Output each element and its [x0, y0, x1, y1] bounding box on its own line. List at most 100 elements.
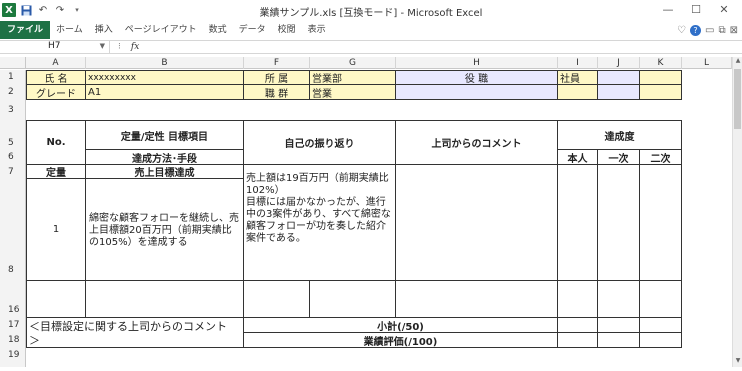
header-goal[interactable]: 定量/定性 目標項目	[86, 120, 244, 150]
insert-function-button[interactable]: fx	[131, 42, 139, 52]
col-header-g[interactable]: G	[310, 57, 396, 69]
header-achievement[interactable]: 達成度	[558, 120, 682, 150]
cell-b2[interactable]: A1	[86, 85, 244, 100]
header-first[interactable]: 一次	[598, 150, 640, 165]
cell-b16[interactable]	[86, 281, 244, 318]
cell-f2[interactable]: 職 群	[244, 85, 310, 100]
row-header-18[interactable]: 18	[0, 333, 26, 348]
cell-a7[interactable]: 定量	[26, 165, 86, 179]
evaluation-second[interactable]	[640, 333, 682, 348]
cell-g1[interactable]: 営業部	[310, 70, 396, 85]
col-header-f[interactable]: F	[244, 57, 310, 69]
cell-g16[interactable]	[310, 281, 396, 318]
cell-h1[interactable]: 役 職	[396, 70, 558, 85]
cell-h2[interactable]	[396, 85, 558, 100]
col-header-a[interactable]: A	[26, 57, 86, 69]
workbook-restore-icon[interactable]: ⧉	[718, 25, 725, 36]
customize-qat-icon[interactable]: ▾	[70, 3, 84, 17]
cell-h7[interactable]	[396, 165, 558, 281]
header-method[interactable]: 達成方法･手段	[86, 150, 244, 165]
row-header-7[interactable]: 7	[0, 165, 26, 179]
cell-k7[interactable]	[640, 165, 682, 281]
evaluation-label[interactable]: 業績評価(/100)	[244, 333, 558, 348]
subtotal-first[interactable]	[598, 318, 640, 333]
cell-a16[interactable]	[26, 281, 86, 318]
col-header-k[interactable]: K	[640, 57, 682, 69]
evaluation-first[interactable]	[598, 333, 640, 348]
subtotal-self[interactable]	[558, 318, 598, 333]
tab-formulas[interactable]: 数式	[203, 21, 233, 39]
cell-h16[interactable]	[396, 281, 558, 318]
row-header-17[interactable]: 17	[0, 318, 26, 333]
tab-home[interactable]: ホーム	[50, 21, 89, 39]
header-no[interactable]: No.	[26, 120, 86, 165]
cell-k2[interactable]	[640, 85, 682, 100]
row-header-6[interactable]: 6	[0, 150, 26, 165]
evaluation-self[interactable]	[558, 333, 598, 348]
cell-j7[interactable]	[598, 165, 640, 281]
vertical-scrollbar[interactable]: ▲ ▼	[732, 57, 742, 367]
select-all-corner[interactable]	[0, 57, 26, 69]
cell-k1[interactable]	[640, 70, 682, 85]
tab-review[interactable]: 校閲	[272, 21, 302, 39]
subtotal-label[interactable]: 小計(/50)	[244, 318, 558, 333]
cell-i1[interactable]: 社員	[558, 70, 598, 85]
minimize-button[interactable]: —	[654, 0, 682, 20]
undo-icon[interactable]: ↶	[36, 3, 50, 17]
cell-f1[interactable]: 所 属	[244, 70, 310, 85]
tab-file[interactable]: ファイル	[0, 21, 51, 39]
tab-page-layout[interactable]: ページレイアウト	[119, 21, 203, 39]
excel-logo-icon[interactable]: X	[2, 3, 16, 17]
cell-f7[interactable]: 売上額は19百万円（前期実績比 102%） 目標には届かなかったが、進行中の3案…	[244, 165, 396, 281]
name-box-dropdown-icon[interactable]: ▼	[100, 40, 105, 53]
scroll-up-icon[interactable]: ▲	[733, 57, 742, 67]
tab-insert[interactable]: 挿入	[89, 21, 119, 39]
subtotal-second[interactable]	[640, 318, 682, 333]
row-header-19[interactable]: 19	[0, 348, 26, 367]
cell-f16[interactable]	[244, 281, 310, 318]
cell-b7[interactable]: 売上目標達成	[86, 165, 244, 179]
redo-icon[interactable]: ↷	[53, 3, 67, 17]
save-icon[interactable]	[19, 3, 33, 17]
row-header-8[interactable]: 8	[0, 179, 26, 281]
cell-g2[interactable]: 営業	[310, 85, 396, 100]
maximize-button[interactable]: ☐	[682, 0, 710, 20]
cell-a1[interactable]: 氏 名	[26, 70, 86, 85]
header-second[interactable]: 二次	[640, 150, 682, 165]
cell-a8[interactable]: 1	[26, 179, 86, 281]
cell-k16[interactable]	[640, 281, 682, 318]
col-header-i[interactable]: I	[558, 57, 598, 69]
ribbon-collapse-icon[interactable]: ♡	[677, 25, 686, 36]
row-header-2[interactable]: 2	[0, 85, 26, 100]
row-header-16[interactable]: 16	[0, 281, 26, 318]
cell-j16[interactable]	[598, 281, 640, 318]
boss-goal-comment-open[interactable]: ＜目標設定に関する上司からのコメント	[26, 318, 244, 333]
col-header-b[interactable]: B	[86, 57, 244, 69]
col-header-h[interactable]: H	[396, 57, 558, 69]
help-icon[interactable]: ?	[690, 24, 702, 36]
col-header-j[interactable]: J	[598, 57, 640, 69]
header-self[interactable]: 本人	[558, 150, 598, 165]
cell-j2[interactable]	[598, 85, 640, 100]
workbook-close-icon[interactable]: ⊠	[730, 25, 738, 36]
workbook-minimize-icon[interactable]: ▭	[705, 25, 714, 36]
close-button[interactable]: ✕	[710, 0, 738, 20]
name-box[interactable]: H7 ▼	[0, 40, 110, 54]
row-header-3[interactable]: 3	[0, 100, 26, 120]
cell-b1[interactable]: xxxxxxxxx	[86, 70, 244, 85]
tab-data[interactable]: データ	[233, 21, 272, 39]
tab-view[interactable]: 表示	[302, 21, 332, 39]
scroll-thumb[interactable]	[734, 69, 741, 129]
row-header-5[interactable]: 5	[0, 120, 26, 150]
cell-i16[interactable]	[558, 281, 598, 318]
header-boss-comment[interactable]: 上司からのコメント	[396, 120, 558, 165]
col-header-l[interactable]: L	[682, 57, 732, 69]
cell-a2[interactable]: グレード	[26, 85, 86, 100]
cell-b8[interactable]: 綿密な顧客フォローを継続し、売上目標額20百万円（前期実績比の105%）を達成す…	[86, 179, 244, 281]
boss-goal-comment-close[interactable]: ＞	[26, 333, 244, 348]
cell-i2[interactable]	[558, 85, 598, 100]
cell-j1[interactable]	[598, 70, 640, 85]
scroll-down-icon[interactable]: ▼	[733, 357, 742, 367]
cell-i7[interactable]	[558, 165, 598, 281]
header-self-review[interactable]: 自己の振り返り	[244, 120, 396, 165]
